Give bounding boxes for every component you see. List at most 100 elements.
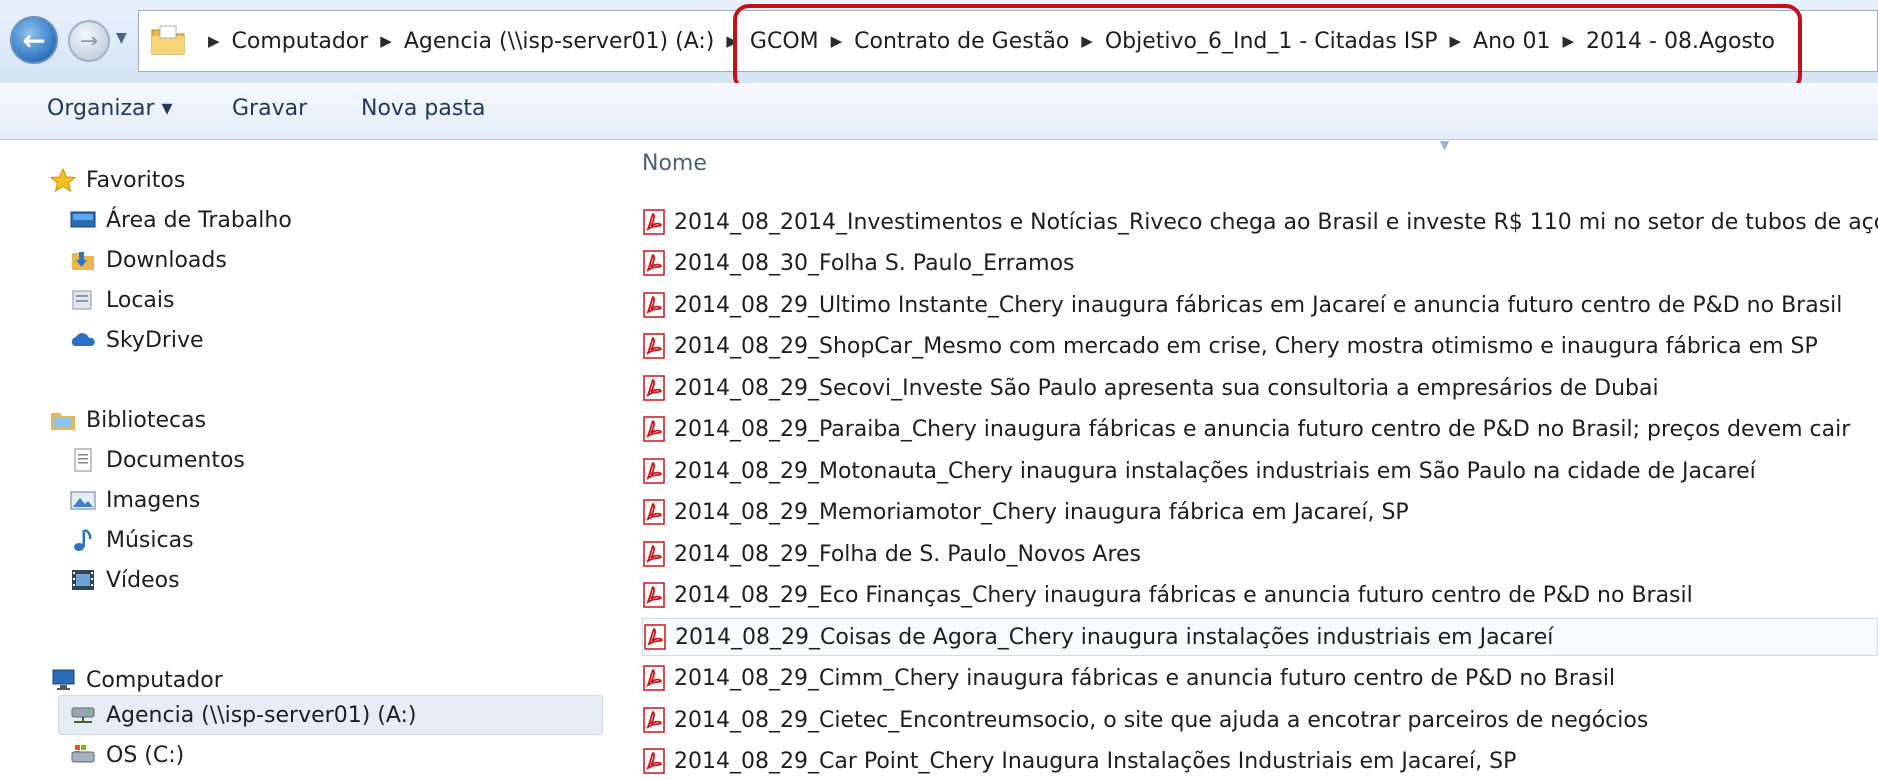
- nav-imagens[interactable]: Imagens: [70, 482, 200, 518]
- star-icon: [50, 168, 76, 192]
- back-button[interactable]: ←: [10, 16, 58, 64]
- nav-documentos[interactable]: Documentos: [70, 442, 245, 478]
- pdf-icon: [643, 375, 665, 401]
- nav-label: Favoritos: [86, 167, 186, 193]
- nav-label: Área de Trabalho: [106, 207, 292, 233]
- nav-label: Imagens: [106, 487, 201, 513]
- nav-os-c[interactable]: OS (C:): [70, 737, 184, 773]
- document-icon: [74, 448, 92, 472]
- nav-label: Computador: [86, 667, 223, 693]
- nav-label: Locais: [106, 287, 175, 313]
- file-name: 2014_08_29_Secovi_Investe São Paulo apre…: [674, 375, 1659, 401]
- network-drive-icon: [71, 707, 95, 723]
- file-name: 2014_08_29_Car Point_Chery Inaugura Inst…: [674, 748, 1517, 774]
- new-folder-button[interactable]: Nova pasta: [361, 96, 485, 121]
- file-row[interactable]: 2014_08_29_Coisas de Agora_Chery inaugur…: [642, 618, 1878, 656]
- nav-label: Downloads: [106, 247, 227, 273]
- nav-label: Bibliotecas: [86, 407, 207, 433]
- file-name: 2014_08_2014_Investimentos e Notícias_Ri…: [674, 209, 1878, 235]
- file-name: 2014_08_29_Folha de S. Paulo_Novos Ares: [674, 541, 1142, 567]
- pdf-icon: [643, 541, 665, 567]
- pdf-icon: [643, 209, 665, 235]
- chevron-down-icon: ▼: [116, 30, 127, 46]
- burn-button[interactable]: Gravar: [232, 96, 307, 121]
- command-bar: Organizar ▾ Gravar Nova pasta: [0, 83, 1878, 140]
- nav-videos[interactable]: Vídeos: [70, 562, 180, 598]
- nav-favoritos[interactable]: Favoritos: [50, 162, 185, 198]
- sort-arrow-icon: ▼: [1440, 138, 1450, 152]
- file-row[interactable]: 2014_08_29_Cietec_Encontreumsocio, o sit…: [642, 701, 1878, 739]
- nav-musicas[interactable]: Músicas: [70, 522, 194, 558]
- file-row[interactable]: 2014_08_29_Car Point_Chery Inaugura Inst…: [642, 742, 1878, 780]
- address-bar: ← → ▼ ▶ Computador ▶ Agencia (\\isp-serv…: [0, 0, 1878, 92]
- nav-downloads[interactable]: Downloads: [70, 242, 227, 278]
- column-header-name[interactable]: Nome: [642, 151, 707, 176]
- file-name: 2014_08_29_ShopCar_Mesmo com mercado em …: [674, 333, 1818, 359]
- libraries-icon: [51, 413, 75, 430]
- pdf-icon: [643, 499, 665, 525]
- file-row[interactable]: 2014_08_29_Ultimo Instante_Chery inaugur…: [642, 286, 1878, 324]
- downloads-folder-icon: [72, 252, 94, 270]
- nav-label: Vídeos: [106, 567, 180, 593]
- crumb-computador[interactable]: Computador: [232, 29, 369, 54]
- nav-area-de-trabalho[interactable]: Área de Trabalho: [70, 202, 292, 238]
- organize-button[interactable]: Organizar ▾: [47, 96, 173, 121]
- pdf-icon: [643, 292, 665, 318]
- crumb-agencia[interactable]: Agencia (\\isp-server01) (A:): [404, 29, 715, 54]
- nav-skydrive[interactable]: SkyDrive: [70, 322, 204, 358]
- file-name: 2014_08_30_Folha S. Paulo_Erramos: [674, 250, 1075, 276]
- folder-icon: [151, 25, 185, 55]
- file-row[interactable]: 2014_08_29_Secovi_Investe São Paulo apre…: [642, 369, 1878, 407]
- file-name: 2014_08_29_Coisas de Agora_Chery inaugur…: [675, 624, 1554, 650]
- file-row[interactable]: 2014_08_29_Motonauta_Chery inaugura inst…: [642, 452, 1878, 490]
- pdf-icon: [643, 250, 665, 276]
- file-name: 2014_08_29_Cietec_Encontreumsocio, o sit…: [674, 707, 1649, 733]
- pdf-icon: [643, 748, 665, 774]
- nav-label: OS (C:): [106, 742, 185, 768]
- file-row[interactable]: 2014_08_2014_Investimentos e Notícias_Ri…: [642, 203, 1878, 241]
- local-drive-icon: [71, 745, 95, 763]
- pdf-icon: [643, 707, 665, 733]
- nav-label: Músicas: [106, 527, 194, 553]
- pdf-icon: [643, 582, 665, 608]
- nav-locais[interactable]: Locais: [70, 282, 174, 318]
- arrow-right-icon: →: [79, 28, 99, 54]
- cloud-icon: [71, 333, 95, 346]
- pdf-icon: [643, 416, 665, 442]
- file-name: 2014_08_29_Memoriamotor_Chery inaugura f…: [674, 499, 1409, 525]
- nav-agencia-drive[interactable]: Agencia (\\isp-server01) (A:): [70, 697, 417, 733]
- nav-bibliotecas[interactable]: Bibliotecas: [50, 402, 206, 438]
- file-name: 2014_08_29_Paraiba_Chery inaugura fábric…: [674, 416, 1851, 442]
- recent-locations-button[interactable]: ▼: [116, 30, 127, 46]
- file-row[interactable]: 2014_08_29_ShopCar_Mesmo com mercado em …: [642, 327, 1878, 365]
- file-row[interactable]: 2014_08_29_Paraiba_Chery inaugura fábric…: [642, 410, 1878, 448]
- file-name: 2014_08_29_Ultimo Instante_Chery inaugur…: [674, 292, 1843, 318]
- chevron-right-icon[interactable]: ▶: [380, 32, 392, 50]
- chevron-right-icon[interactable]: ▶: [208, 32, 220, 50]
- file-name: 2014_08_29_Cimm_Chery inaugura fábricas …: [674, 665, 1616, 691]
- music-note-icon: [74, 528, 92, 551]
- desktop-icon: [70, 211, 96, 228]
- file-row[interactable]: 2014_08_30_Folha S. Paulo_Erramos: [642, 244, 1878, 282]
- pdf-icon: [644, 624, 666, 650]
- file-row[interactable]: 2014_08_29_Memoriamotor_Chery inaugura f…: [642, 493, 1878, 531]
- nav-computador[interactable]: Computador: [50, 662, 223, 698]
- pdf-icon: [643, 665, 665, 691]
- arrow-left-icon: ←: [22, 23, 46, 57]
- nav-label: Documentos: [106, 447, 245, 473]
- recent-places-icon: [72, 290, 92, 310]
- highlight-box: [733, 4, 1802, 92]
- file-name: 2014_08_29_Eco Finanças_Chery inaugura f…: [674, 582, 1693, 608]
- video-film-icon: [72, 570, 94, 590]
- nav-label: SkyDrive: [106, 327, 204, 353]
- pdf-icon: [643, 458, 665, 484]
- pictures-icon: [70, 491, 96, 510]
- file-row[interactable]: 2014_08_29_Eco Finanças_Chery inaugura f…: [642, 576, 1878, 614]
- nav-label: Agencia (\\isp-server01) (A:): [106, 702, 417, 728]
- file-row[interactable]: 2014_08_29_Cimm_Chery inaugura fábricas …: [642, 659, 1878, 697]
- forward-button[interactable]: →: [68, 20, 110, 62]
- pdf-icon: [643, 333, 665, 359]
- file-row[interactable]: 2014_08_29_Folha de S. Paulo_Novos Ares: [642, 535, 1878, 573]
- file-name: 2014_08_29_Motonauta_Chery inaugura inst…: [674, 458, 1756, 484]
- computer-icon: [52, 669, 75, 690]
